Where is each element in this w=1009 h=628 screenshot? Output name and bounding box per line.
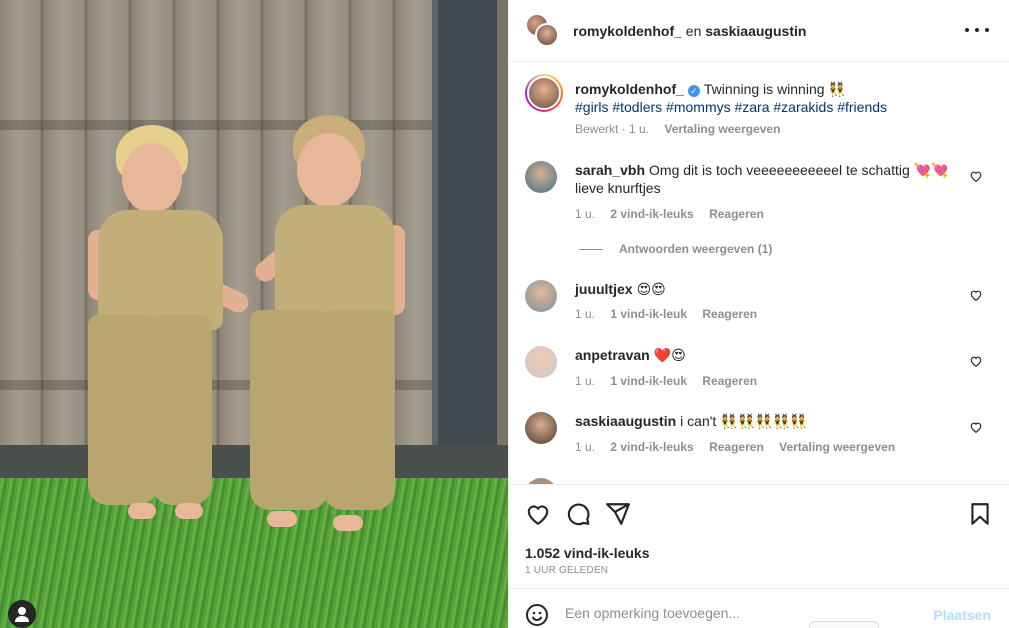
translate-button[interactable]: Vertaling weergeven	[779, 440, 895, 454]
comment-likes[interactable]: 1 vind-ik-leuk	[610, 307, 687, 321]
reply-button[interactable]: Reageren	[709, 207, 764, 221]
comment-heart-icon[interactable]	[969, 354, 983, 368]
more-options-icon[interactable]	[965, 22, 989, 38]
fence-post	[432, 0, 497, 480]
comment-text: i can't 👯👯👯👯👯	[680, 413, 808, 429]
caption-meta: Bewerkt · 1 u. Vertaling weergeven	[575, 122, 792, 136]
caption-text: Twinning is winning 👯	[703, 81, 846, 97]
header-user1[interactable]: romykoldenhof_	[573, 23, 682, 39]
comment-text: ❤️😍	[653, 347, 686, 363]
caption-username[interactable]: romykoldenhof_	[575, 81, 684, 97]
comment-likes[interactable]: 2 vind-ik-leuks	[610, 207, 693, 221]
comment-username[interactable]: saskiaaugustin	[575, 413, 676, 429]
header-separator: en	[685, 22, 702, 39]
comment-avatar[interactable]	[525, 412, 557, 444]
comment-icon[interactable]	[565, 501, 591, 527]
post-panel: romykoldenhof_ en saskiaaugustin romykol…	[508, 0, 1009, 628]
post-header: romykoldenhof_ en saskiaaugustin	[509, 0, 1009, 62]
reply-button[interactable]: Reageren	[702, 307, 757, 321]
comment-meta: 1 u. 2 vind-ik-leuks Reageren Vertaling …	[575, 440, 907, 454]
comment-avatar[interactable]	[525, 346, 557, 378]
comment-username[interactable]: anpetravan	[575, 347, 650, 363]
likes-count[interactable]: 1.052 vind-ik-leuks	[525, 545, 650, 561]
comment-heart-icon[interactable]	[969, 288, 983, 302]
comment-avatar[interactable]	[525, 161, 557, 193]
caption-text-block: romykoldenhof_ ✓ Twinning is winning 👯 #gi…	[575, 80, 975, 116]
share-icon[interactable]	[605, 501, 631, 527]
girl-right	[245, 115, 435, 535]
header-user2[interactable]: saskiaaugustin	[705, 23, 806, 39]
heart-icon[interactable]	[525, 501, 551, 527]
post-actions: 1.052 vind-ik-leuks 1 UUR GELEDEN	[509, 484, 1009, 588]
comment-likes[interactable]: 1 vind-ik-leuk	[610, 374, 687, 388]
comment-heart-icon[interactable]	[969, 169, 983, 183]
collab-avatar[interactable]	[525, 12, 561, 49]
fence-edge	[497, 0, 508, 480]
girl-left	[80, 125, 252, 525]
caption-avatar[interactable]	[525, 74, 563, 112]
comment-time: 1 u.	[575, 374, 596, 388]
reply-button[interactable]: Reageren	[702, 374, 757, 388]
comment-heart-icon[interactable]	[969, 420, 983, 434]
comment-text-block: saskiaaugustin i can't 👯👯👯👯👯	[575, 412, 955, 430]
replies-label: Antwoorden weergeven (1)	[619, 242, 773, 256]
comment-meta: 1 u. 2 vind-ik-leuks Reageren	[575, 207, 776, 221]
comment-meta: 1 u. 1 vind-ik-leuk Reageren	[575, 374, 769, 388]
translate-button[interactable]: Vertaling weergeven	[664, 122, 780, 136]
comment-text: 😍😍	[636, 281, 666, 297]
replies-line	[579, 248, 603, 250]
comment-meta: 1 u. 1 vind-ik-leuk Reageren	[575, 307, 769, 321]
post-comment-button[interactable]: Plaatsen	[933, 607, 991, 623]
reply-button[interactable]: Reageren	[709, 440, 764, 454]
comment-avatar[interactable]	[525, 280, 557, 312]
comment-text-block: sarah_vbh Omg dit is toch veeeeeeeeeeel t…	[575, 161, 955, 197]
caption-hashtags[interactable]: #girls #todlers #mommys #zara #zarakids …	[575, 99, 887, 115]
comment-time: 1 u.	[575, 440, 596, 454]
comment-username[interactable]: sarah_vbh	[575, 162, 645, 178]
comment-likes[interactable]: 2 vind-ik-leuks	[610, 440, 693, 454]
comment-input[interactable]	[565, 605, 915, 621]
post-time: 1 UUR GELEDEN	[525, 565, 609, 576]
emoji-icon[interactable]	[525, 603, 549, 627]
comments-section[interactable]: romykoldenhof_ ✓ Twinning is winning 👯 #gi…	[509, 62, 1009, 484]
overflow-tab	[809, 621, 879, 628]
view-replies-button[interactable]: Antwoorden weergeven (1)	[579, 242, 772, 256]
bookmark-icon[interactable]	[967, 501, 993, 527]
comment-text-block: anpetravan ❤️😍	[575, 346, 955, 364]
verified-icon: ✓	[687, 85, 700, 97]
comment-time: 1 u.	[575, 307, 596, 321]
add-comment-bar: Plaatsen	[509, 588, 1009, 628]
comment-text-block: juuultjex 😍😍	[575, 280, 955, 298]
post-photo[interactable]	[0, 0, 508, 628]
comment-username[interactable]: juuultjex	[575, 281, 633, 297]
caption-edited: Bewerkt · 1 u.	[575, 122, 650, 136]
comment-time: 1 u.	[575, 207, 596, 221]
user-tag-icon[interactable]	[8, 600, 36, 628]
collab-title: romykoldenhof_ en saskiaaugustin	[573, 23, 806, 39]
